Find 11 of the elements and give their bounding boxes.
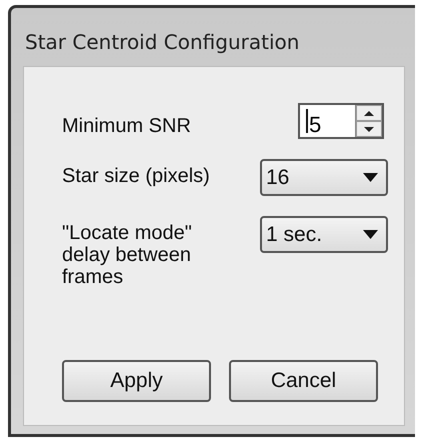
dropdown-caret-icon <box>363 173 378 182</box>
field-label: "Locate mode" delay between frames <box>62 221 193 288</box>
spin-field[interactable]: 5 <box>298 103 384 139</box>
dialog-button[interactable]: Apply <box>62 360 211 402</box>
dropdown[interactable]: 16 <box>260 159 388 196</box>
dropdown-caret-icon <box>363 230 378 239</box>
dialog-button[interactable]: Cancel <box>229 360 378 402</box>
dropdown[interactable]: 1 sec. <box>260 216 388 253</box>
field-label: Star size (pixels) <box>62 164 211 187</box>
window-title: Star Centroid Configuration <box>24 29 300 56</box>
field-label: Minimum SNR <box>62 114 192 137</box>
